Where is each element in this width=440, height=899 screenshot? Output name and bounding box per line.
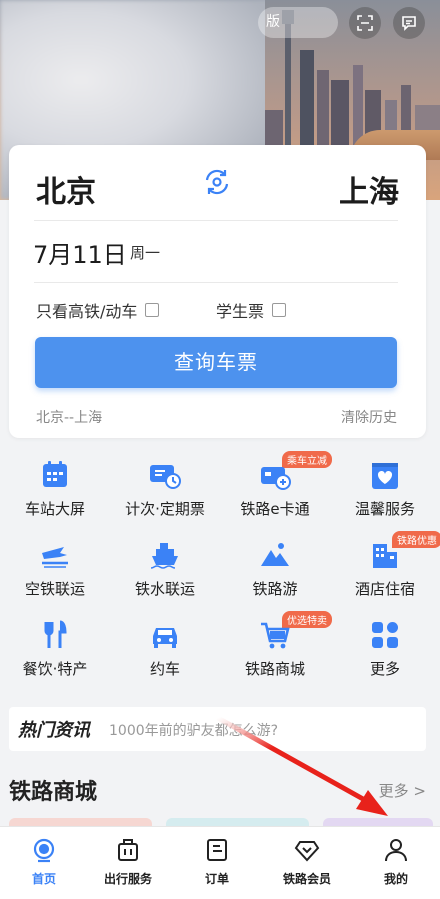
divider	[34, 282, 398, 283]
tab-label: 订单	[204, 872, 229, 886]
service-label: 车站大屏	[24, 500, 85, 518]
order-icon	[207, 839, 227, 861]
rail-ship-icon	[150, 543, 178, 569]
travel-weekday: 周一	[130, 244, 161, 262]
e-card-icon	[261, 467, 291, 490]
station-screen-icon	[43, 461, 67, 487]
hot-news-text[interactable]: 1000年前的驴友都怎么游?	[109, 720, 278, 740]
mall-more-link[interactable]: 更多 >	[379, 780, 426, 801]
service-label: 铁路e卡通	[240, 500, 310, 518]
service-car[interactable]: 约车	[110, 615, 220, 685]
high-speed-checkbox[interactable]	[145, 303, 160, 317]
service-label: 空铁联运	[24, 580, 85, 598]
service-hotel[interactable]: 铁路优惠 酒店住宿	[330, 531, 440, 605]
service-more[interactable]: 更多	[330, 615, 440, 685]
tab-orders[interactable]: 订单	[173, 833, 261, 893]
period-ticket-icon	[150, 465, 181, 489]
hero-pill[interactable]: 版	[258, 7, 338, 38]
service-label: 约车	[149, 660, 180, 678]
shopping-cart-icon	[261, 622, 290, 649]
service-label: 温馨服务	[354, 500, 415, 518]
service-label: 餐饮·特产	[22, 660, 88, 678]
scan-button[interactable]	[349, 7, 381, 39]
service-food[interactable]: 餐饮·特产	[0, 615, 110, 685]
car-icon	[153, 628, 177, 648]
service-rail-travel[interactable]: 铁路游	[220, 535, 330, 605]
service-label: 计次·定期票	[125, 500, 205, 518]
hot-news-title: 热门资讯	[18, 720, 90, 741]
hot-news-bar[interactable]: 热门资讯 1000年前的驴友都怎么游?	[9, 707, 426, 751]
air-rail-icon	[42, 547, 68, 568]
scan-icon	[357, 15, 373, 31]
from-city[interactable]: 北京	[36, 167, 96, 211]
home-icon	[33, 838, 55, 863]
care-service-icon	[372, 463, 398, 489]
ticket-search-card: 北京 上海 7月11日 周一 只看高铁/动车 学生票 查询车票 北京--上海 清…	[9, 145, 426, 438]
hotel-icon	[373, 544, 397, 568]
to-city[interactable]: 上海	[339, 167, 399, 211]
tab-label: 我的	[383, 872, 408, 886]
service-rail-mall[interactable]: 优选特卖 铁路商城	[220, 611, 332, 685]
travel-date[interactable]: 7月11日	[33, 235, 127, 270]
service-care[interactable]: 温馨服务	[330, 455, 440, 525]
clear-history-button[interactable]: 清除历史	[341, 407, 397, 427]
student-checkbox[interactable]	[272, 303, 287, 317]
bottom-tab-bar: 首页 出行服务 订单 铁路会员 我的	[0, 826, 440, 899]
service-label: 酒店住宿	[354, 580, 415, 598]
service-air-rail[interactable]: 空铁联运	[0, 535, 110, 605]
service-e-card[interactable]: 乘车立减 铁路e卡通	[220, 451, 332, 525]
tab-profile[interactable]: 我的	[352, 833, 440, 893]
food-icon	[44, 620, 67, 648]
swap-icon[interactable]	[202, 167, 232, 197]
service-label: 更多	[369, 660, 400, 678]
service-label: 铁路商城	[244, 660, 305, 678]
history-route[interactable]: 北京--上海	[36, 407, 102, 427]
option-high-speed-label: 只看高铁/动车	[36, 302, 138, 321]
option-high-speed[interactable]: 只看高铁/动车	[36, 298, 160, 322]
search-tickets-button[interactable]: 查询车票	[35, 337, 397, 388]
member-diamond-icon	[294, 841, 320, 862]
message-icon	[402, 16, 416, 31]
tab-rail-member[interactable]: 铁路会员	[263, 833, 351, 893]
divider	[34, 220, 398, 221]
tab-home[interactable]: 首页	[0, 833, 88, 893]
tab-travel-service[interactable]: 出行服务	[84, 833, 172, 893]
mall-card[interactable]	[9, 818, 152, 826]
tab-label: 出行服务	[103, 872, 152, 886]
profile-icon	[385, 839, 407, 862]
more-grid-icon	[372, 622, 398, 648]
travel-service-icon	[118, 839, 138, 861]
service-period-ticket[interactable]: 计次·定期票	[110, 455, 220, 525]
service-rail-ship[interactable]: 铁水联运	[110, 535, 220, 605]
service-station-screen[interactable]: 车站大屏	[0, 455, 110, 525]
tab-label: 铁路会员	[282, 872, 331, 886]
service-label: 铁水联运	[134, 580, 195, 598]
service-label: 铁路游	[252, 580, 298, 598]
option-student-label: 学生票	[216, 302, 265, 321]
rail-travel-icon	[261, 543, 289, 566]
message-button[interactable]	[393, 7, 425, 39]
option-student[interactable]: 学生票	[216, 298, 287, 322]
mall-card[interactable]	[166, 818, 309, 826]
mall-card[interactable]	[323, 818, 433, 826]
mall-section-title: 铁路商城	[9, 780, 98, 805]
tab-label: 首页	[31, 872, 56, 886]
